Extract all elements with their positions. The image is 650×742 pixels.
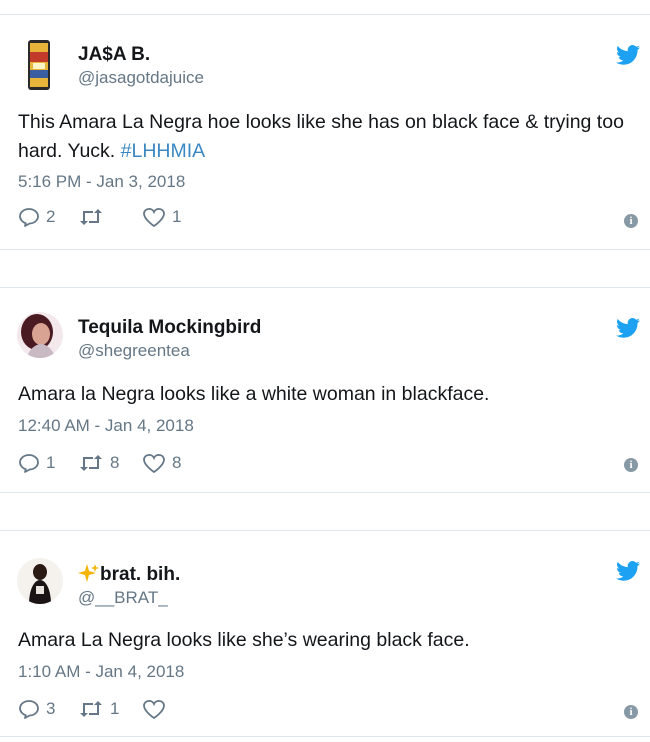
action-bar: 1 8 8 [18,451,204,475]
heart-icon [143,700,165,719]
reply-count: 3 [46,699,56,718]
tweet-card-2: Tequila Mockingbird @shegreentea Amara l… [0,287,650,493]
tweet-card-1: JA$A B. @jasagotdajuice This Amara La Ne… [0,14,650,250]
retweet-button[interactable]: 8 [78,453,120,473]
tweet-card-3: brat. bih. @__BRAT_ Amara La Negra looks… [0,530,650,737]
reply-button[interactable]: 3 [18,699,56,719]
retweet-count: 8 [110,453,120,472]
tweet-text: This Amara La Negra hoe looks like she h… [18,108,638,166]
tweet-text: Amara la Negra looks like a white woman … [18,383,490,405]
display-name-text: brat. bih. [100,564,181,585]
action-bar: 3 1 [18,697,204,721]
reply-icon [19,454,39,473]
hashtag-link[interactable]: #LHHMIA [121,140,206,162]
sparkles-icon [78,564,99,582]
action-bar: 2 1 [18,205,204,229]
avatar[interactable] [17,312,63,358]
display-name[interactable]: JA$A B. [78,44,150,66]
display-name[interactable]: brat. bih. [78,563,180,586]
heart-icon [143,454,165,473]
twitter-bird-icon[interactable] [616,561,640,581]
reply-button[interactable]: 1 [18,453,56,473]
info-icon[interactable]: i [624,458,638,472]
reply-icon [19,208,39,227]
like-button[interactable]: 1 [142,207,182,227]
reply-count: 2 [46,207,56,226]
info-icon[interactable]: i [624,214,638,228]
reply-button[interactable]: 2 [18,207,56,227]
retweet-button[interactable] [78,207,120,227]
reply-icon [19,700,39,719]
tweet-text-body: This Amara La Negra hoe looks like she h… [18,111,624,162]
like-button[interactable] [142,699,182,719]
retweet-icon [80,701,102,717]
info-icon[interactable]: i [624,705,638,719]
heart-icon [143,208,165,227]
timestamp[interactable]: 5:16 PM - Jan 3, 2018 [18,172,185,192]
reply-count: 1 [46,453,56,472]
timestamp[interactable]: 1:10 AM - Jan 4, 2018 [18,662,184,682]
tweet-text: Amara La Negra looks like she’s wearing … [18,629,470,651]
like-count: 8 [172,453,182,472]
twitter-bird-icon[interactable] [616,318,640,338]
avatar[interactable] [24,40,54,90]
display-name[interactable]: Tequila Mockingbird [78,317,261,339]
user-handle[interactable]: @shegreentea [78,341,190,361]
avatar[interactable] [17,558,63,604]
like-count: 1 [172,207,182,226]
retweet-count: 1 [110,699,120,718]
user-handle[interactable]: @jasagotdajuice [78,68,204,88]
like-button[interactable]: 8 [142,453,182,473]
twitter-bird-icon[interactable] [616,45,640,65]
retweet-icon [80,209,102,225]
user-handle[interactable]: @__BRAT_ [78,588,168,608]
retweet-button[interactable]: 1 [78,699,120,719]
retweet-icon [80,455,102,471]
timestamp[interactable]: 12:40 AM - Jan 4, 2018 [18,416,194,436]
